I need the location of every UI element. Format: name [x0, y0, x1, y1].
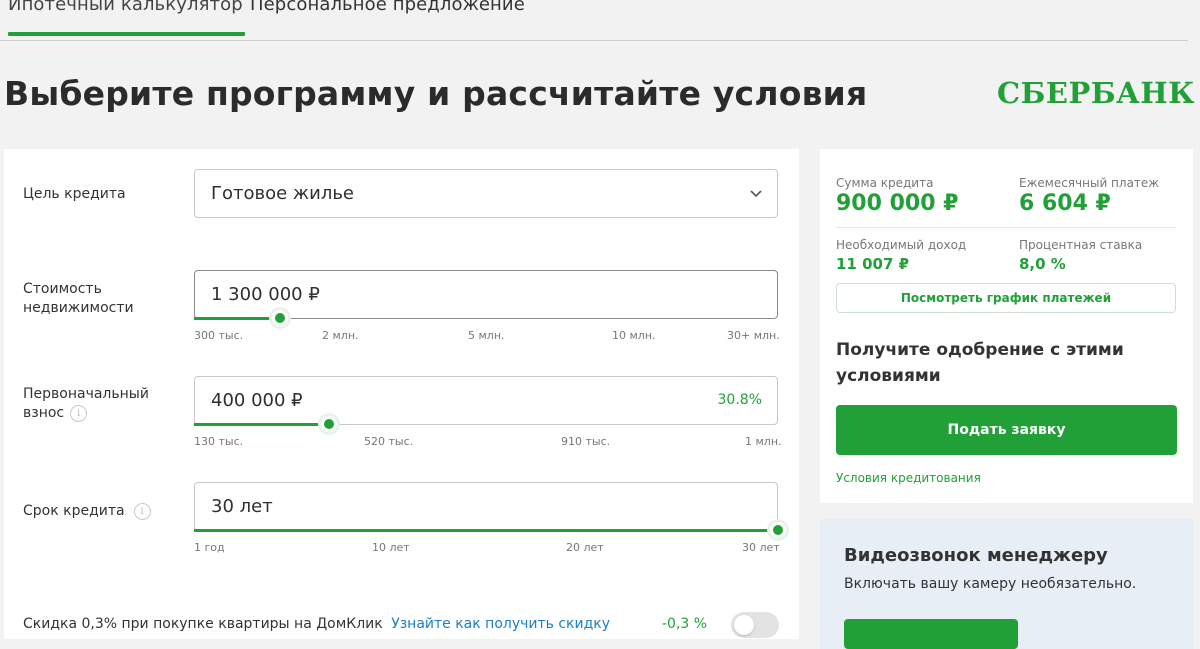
discount-text: Скидка 0,3% при покупке квартиры на ДомК…	[23, 616, 383, 632]
video-call-button[interactable]	[844, 619, 1018, 649]
sberbank-logo[interactable]: СБЕРБАНК	[990, 70, 1195, 116]
cost-slider-fill	[194, 317, 280, 320]
tick-label: 1 млн.	[745, 435, 782, 448]
video-call-card: Видеозвонок менеджеру Включать вашу каме…	[820, 519, 1193, 649]
discount-toggle[interactable]	[731, 612, 779, 638]
discount-value: -0,3 %	[662, 616, 707, 632]
tab-mortgage-calculator[interactable]: Ипотечный калькулятор	[8, 0, 243, 15]
calculator-card: Цель кредита Готовое жилье Стоимость нед…	[4, 149, 799, 639]
interest-rate-label: Процентная ставка	[1019, 238, 1142, 252]
loan-amount-value: 900 000 ₽	[836, 191, 958, 216]
down-payment-percent: 30.8%	[718, 392, 762, 408]
cost-slider-handle[interactable]	[272, 310, 288, 326]
term-slider-fill	[194, 529, 778, 532]
loan-amount-label: Сумма кредита	[836, 176, 933, 190]
interest-rate-value: 8,0 %	[1019, 255, 1066, 273]
divider	[836, 227, 1176, 228]
discount-row: Скидка 0,3% при покупке квартиры на ДомК…	[23, 616, 610, 632]
tick-label: 30+ млн.	[727, 329, 780, 342]
monthly-payment-value: 6 604 ₽	[1019, 191, 1111, 216]
video-call-subtitle: Включать вашу камеру необязательно.	[844, 576, 1136, 592]
cost-label-line1: Стоимость	[23, 280, 134, 299]
tab-personal-offer[interactable]: Персональное предложение	[250, 0, 525, 15]
tab-label: Ипотечный калькулятор	[8, 0, 243, 15]
term-label-row: Срок кредита i	[23, 502, 151, 521]
tick-label: 2 млн.	[322, 329, 359, 342]
down-payment-slider[interactable]	[194, 423, 778, 426]
chevron-down-icon	[747, 184, 765, 202]
tick-label: 10 млн.	[612, 329, 656, 342]
tick-label: 5 млн.	[468, 329, 505, 342]
view-payment-schedule-button[interactable]: Посмотреть график платежей	[836, 283, 1176, 313]
term-slider[interactable]	[194, 529, 778, 532]
term-value: 30 лет	[211, 496, 273, 517]
tick-label: 30 лет	[742, 541, 780, 554]
required-income-value: 11 007 ₽	[836, 255, 909, 273]
tick-label: 300 тыс.	[194, 329, 243, 342]
cost-label: Стоимость недвижимости	[23, 280, 134, 318]
term-input[interactable]: 30 лет	[194, 482, 778, 531]
logo-text: СБЕРБАНК	[997, 76, 1195, 110]
down-payment-value: 400 000 ₽	[211, 390, 303, 411]
page-title: Выберите программу и рассчитайте условия	[4, 74, 867, 113]
cost-slider[interactable]	[194, 317, 778, 320]
term-label: Срок кредита	[23, 503, 125, 519]
info-icon[interactable]: i	[70, 405, 87, 422]
active-tab-indicator	[8, 32, 245, 36]
down-payment-slider-fill	[194, 423, 329, 426]
tick-label: 130 тыс.	[194, 435, 243, 448]
tick-label: 910 тыс.	[561, 435, 610, 448]
required-income-label: Необходимый доход	[836, 238, 966, 252]
term-slider-handle[interactable]	[770, 522, 786, 538]
tab-bar: Ипотечный калькулятор Персональное предл…	[0, 0, 1188, 41]
down-payment-label-line1: Первоначальный	[23, 385, 149, 404]
discount-link[interactable]: Узнайте как получить скидку	[391, 616, 610, 632]
down-payment-label-line2: взнос	[23, 405, 64, 421]
credit-terms-link[interactable]: Условия кредитования	[836, 471, 981, 485]
purpose-label: Цель кредита	[23, 185, 126, 204]
down-payment-label: Первоначальный взносi	[23, 385, 149, 423]
video-call-title: Видеозвонок менеджеру	[844, 545, 1108, 566]
cost-label-line2: недвижимости	[23, 299, 134, 318]
down-payment-slider-handle[interactable]	[321, 416, 337, 432]
monthly-payment-label: Ежемесячный платеж	[1019, 176, 1159, 190]
cost-value: 1 300 000 ₽	[211, 284, 320, 305]
tick-label: 520 тыс.	[364, 435, 413, 448]
tab-label: Персональное предложение	[250, 0, 525, 15]
down-payment-input[interactable]: 400 000 ₽ 30.8%	[194, 376, 778, 425]
tick-label: 10 лет	[372, 541, 410, 554]
tick-label: 20 лет	[566, 541, 604, 554]
info-icon[interactable]: i	[134, 503, 151, 520]
purpose-select[interactable]: Готовое жилье	[194, 169, 778, 218]
purpose-value: Готовое жилье	[211, 183, 354, 204]
summary-card: Сумма кредита 900 000 ₽ Ежемесячный плат…	[820, 149, 1193, 503]
approval-heading: Получите одобрение с этими условиями	[836, 337, 1166, 389]
apply-button[interactable]: Подать заявку	[836, 405, 1177, 455]
tick-label: 1 год	[194, 541, 225, 554]
